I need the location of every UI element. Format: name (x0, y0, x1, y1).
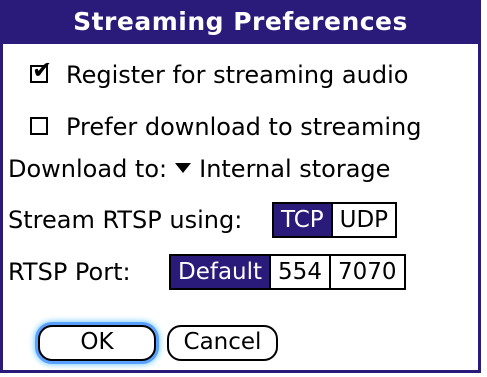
ok-button[interactable]: OK (38, 325, 156, 361)
rtsp-using-label: Stream RTSP using: (8, 206, 243, 234)
rtsp-port-option-554[interactable]: 554 (271, 256, 331, 288)
dialog-title: Streaming Preferences (0, 0, 481, 44)
download-to-label: Download to: (8, 155, 168, 183)
rtsp-port-option-default[interactable]: Default (171, 256, 272, 288)
download-to-row: Download to: Internal storage (8, 154, 390, 184)
rtsp-using-option-tcp[interactable]: TCP (274, 204, 333, 236)
rtsp-using-selector: TCP UDP (272, 202, 398, 238)
download-to-trigger[interactable]: Internal storage (167, 155, 390, 183)
dialog-frame (0, 0, 481, 373)
chevron-down-icon[interactable] (175, 163, 192, 173)
cancel-button[interactable]: Cancel (167, 325, 278, 361)
rtsp-port-label: RTSP Port: (8, 258, 131, 286)
download-to-value[interactable]: Internal storage (199, 155, 390, 183)
rtsp-port-option-7070[interactable]: 7070 (331, 256, 404, 288)
rtsp-port-selector: Default 554 7070 (169, 254, 406, 290)
prefer-download-checkbox[interactable] (30, 117, 48, 135)
prefer-download-row[interactable]: Prefer download to streaming (30, 112, 422, 142)
rtsp-using-option-udp[interactable]: UDP (333, 204, 395, 236)
checkmark-icon: ✔ (32, 56, 53, 84)
register-label: Register for streaming audio (66, 61, 409, 89)
prefer-download-label: Prefer download to streaming (66, 113, 422, 141)
register-checkbox[interactable]: ✔ (30, 58, 52, 83)
register-row[interactable]: ✔ Register for streaming audio (30, 58, 409, 90)
